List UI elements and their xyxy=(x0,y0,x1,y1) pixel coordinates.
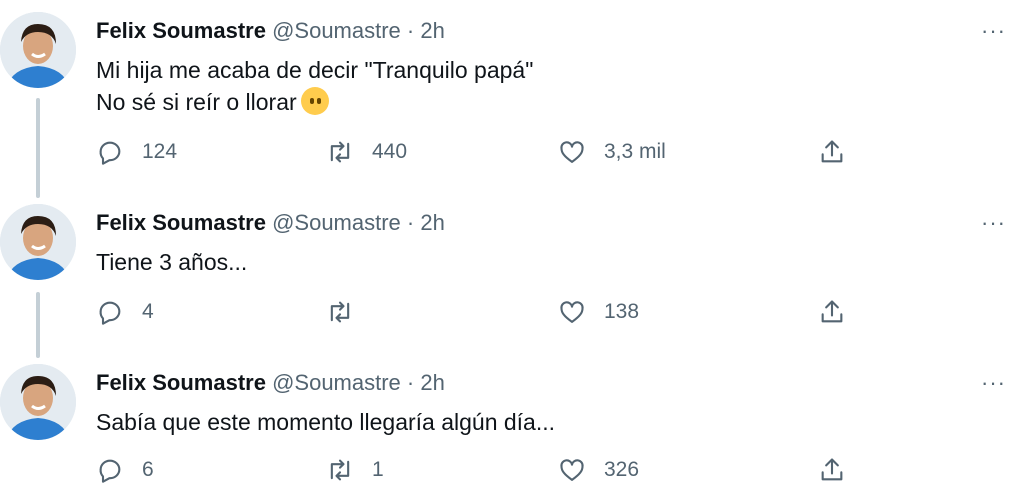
retweet-icon xyxy=(330,459,350,481)
reply-button[interactable]: 6 xyxy=(96,456,154,484)
retweet-icon xyxy=(330,141,350,163)
tweet[interactable]: Felix Soumastre @Soumastre · 2h ··· Tien… xyxy=(0,204,1024,344)
share-button[interactable] xyxy=(818,138,864,166)
more-options-icon[interactable]: ··· xyxy=(981,208,1006,238)
avatar[interactable] xyxy=(0,364,76,440)
tweet-text: Tiene 3 años... xyxy=(96,246,247,278)
author-name[interactable]: Felix Soumastre xyxy=(96,18,266,43)
reply-icon xyxy=(99,459,121,483)
share-button[interactable] xyxy=(818,456,864,484)
like-button[interactable]: 138 xyxy=(558,298,639,326)
reply-button[interactable]: 4 xyxy=(96,298,154,326)
reply-count: 6 xyxy=(142,458,154,481)
tweet-header: Felix Soumastre @Soumastre · 2h xyxy=(96,16,445,46)
retweet-button[interactable] xyxy=(326,298,372,326)
like-button[interactable]: 3,3 mil xyxy=(558,138,666,166)
heart-icon xyxy=(560,141,584,163)
reply-icon xyxy=(99,301,121,325)
separator-dot: · xyxy=(406,18,415,43)
separator-dot: · xyxy=(406,370,415,395)
timestamp[interactable]: 2h xyxy=(420,210,444,235)
author-handle[interactable]: @Soumastre xyxy=(272,18,401,43)
tweet-header: Felix Soumastre @Soumastre · 2h xyxy=(96,208,445,238)
retweet-button[interactable]: 440 xyxy=(326,138,407,166)
tweet-text-line: No sé si reír o llorar xyxy=(96,89,297,115)
retweet-icon xyxy=(330,301,350,323)
retweet-count: 440 xyxy=(372,140,408,163)
author-handle[interactable]: @Soumastre xyxy=(272,210,401,235)
retweet-count: 1 xyxy=(372,458,384,481)
like-count: 138 xyxy=(604,300,640,323)
tweet-text-line: Sabía que este momento llegaría algún dí… xyxy=(96,409,556,435)
reply-icon xyxy=(99,141,121,165)
tweet-text: Sabía que este momento llegaría algún dí… xyxy=(96,406,555,438)
tweet-text-line: Tiene 3 años... xyxy=(96,249,248,275)
reply-button[interactable]: 124 xyxy=(96,138,177,166)
like-button[interactable]: 326 xyxy=(558,456,639,484)
tweet-text-line-container: No sé si reír o llorar xyxy=(96,86,533,118)
author-name[interactable]: Felix Soumastre xyxy=(96,370,266,395)
reply-count: 4 xyxy=(142,300,154,323)
share-button[interactable] xyxy=(818,298,864,326)
author-handle[interactable]: @Soumastre xyxy=(272,370,401,395)
share-icon xyxy=(821,300,843,323)
share-icon xyxy=(821,140,843,163)
like-count: 3,3 mil xyxy=(604,140,666,163)
separator-dot: · xyxy=(406,210,415,235)
more-options-icon[interactable]: ··· xyxy=(981,16,1006,46)
share-icon xyxy=(821,458,843,481)
like-count: 326 xyxy=(604,458,640,481)
tweet-text-line: Mi hija me acaba de decir "Tranquilo pap… xyxy=(96,57,534,83)
tweet[interactable]: Felix Soumastre @Soumastre · 2h ··· Mi h… xyxy=(0,12,1024,192)
timestamp[interactable]: 2h xyxy=(420,18,444,43)
heart-icon xyxy=(560,301,584,323)
tweet[interactable]: Felix Soumastre @Soumastre · 2h ··· Sabí… xyxy=(0,364,1024,500)
tweet-header: Felix Soumastre @Soumastre · 2h xyxy=(96,368,445,398)
reply-count: 124 xyxy=(142,140,178,163)
author-name[interactable]: Felix Soumastre xyxy=(96,210,266,235)
retweet-button[interactable]: 1 xyxy=(326,456,384,484)
avatar[interactable] xyxy=(0,12,76,88)
heart-icon xyxy=(560,459,584,481)
face-without-mouth-emoji xyxy=(300,87,329,115)
timestamp[interactable]: 2h xyxy=(420,370,444,395)
avatar[interactable] xyxy=(0,204,76,280)
tweet-text: Mi hija me acaba de decir "Tranquilo pap… xyxy=(96,54,533,118)
more-options-icon[interactable]: ··· xyxy=(981,368,1006,398)
